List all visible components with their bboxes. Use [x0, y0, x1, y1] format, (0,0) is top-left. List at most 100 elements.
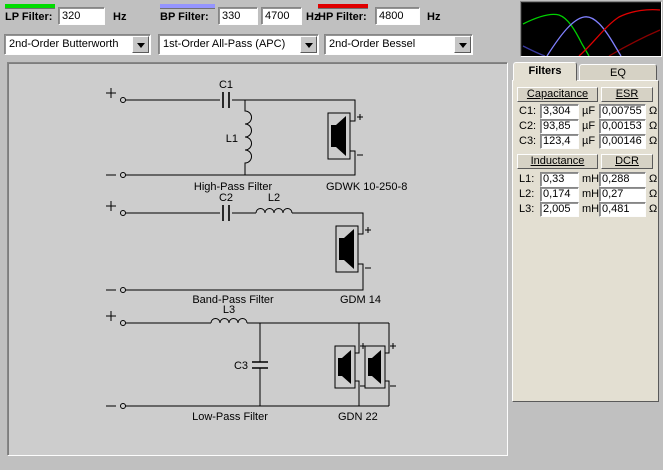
lp-plus-sign [106, 311, 116, 321]
dcr-value-field[interactable]: 0,481 [599, 202, 646, 217]
cap-row-c1: C1: 3,304 µF 0,00755 Ω [513, 104, 660, 119]
hp-inductor-symbol [244, 100, 252, 175]
inductance-header-button[interactable]: Inductance [517, 154, 598, 169]
esr-value-field[interactable]: 0,00755 [599, 104, 646, 119]
hp-plus-terminal [120, 97, 126, 103]
hp-hz-label: Hz [427, 11, 441, 23]
inductance-value-field[interactable]: 2,005 [540, 202, 579, 217]
lp-plus-terminal [120, 320, 126, 326]
lp-speaker2-plus-sign [390, 343, 396, 349]
lp-minus-terminal [120, 403, 126, 409]
tab-eq-label: EQ [610, 67, 626, 79]
cap-row-c3: C3: 123,4 µF 0,00146 Ω [513, 134, 660, 149]
hp-filter-label: HP Filter: [318, 11, 367, 23]
lp-speaker-symbol-2 [364, 343, 396, 389]
tab-filters-label: Filters [528, 65, 562, 77]
lp-filter-type-value: 2nd-Order Butterworth [9, 38, 119, 50]
ind-row-l2: L2: 0,174 mH 0,27 Ω [513, 187, 660, 202]
bp-minus-terminal [120, 287, 126, 293]
esr-value-field[interactable]: 0,00146 [599, 134, 646, 149]
lp-capacitor-symbol [252, 361, 268, 369]
dcr-value-field[interactable]: 0,27 [599, 187, 646, 202]
lp-color-bar [5, 4, 55, 9]
bp-speaker-name: GDM 14 [340, 294, 381, 306]
circuit-panel: C1 L1 High-Pass Filter GDWK 10-250-8 C2 … [7, 62, 508, 456]
hp-frequency-input[interactable] [375, 7, 420, 25]
component-label: L2: [519, 188, 535, 200]
bp-plus-terminal [120, 210, 126, 216]
tab-filters[interactable]: Filters [513, 62, 577, 81]
capacitance-value-field[interactable]: 123,4 [540, 134, 579, 149]
lp-filter-label: LP Filter: [5, 11, 53, 23]
lp-hz-label: Hz [113, 11, 127, 23]
lp-inductor-symbol [210, 318, 248, 324]
bp-ind-label: L2 [268, 192, 280, 204]
component-label: C2: [519, 120, 537, 132]
bp-filter-type-value: 1st-Order All-Pass (APC) [163, 38, 286, 50]
lp-filter-type-dropdown[interactable]: 2nd-Order Butterworth [4, 34, 151, 55]
response-graph [520, 1, 662, 57]
inductance-header-label: Inductance [530, 155, 585, 167]
ind-row-l1: L1: 0,33 mH 0,288 Ω [513, 172, 660, 187]
hp-plus-sign [106, 88, 116, 98]
ohm-label: Ω [649, 203, 658, 215]
hp-filter-type-dropdown[interactable]: 2nd-Order Bessel [324, 34, 473, 55]
bp-wires [125, 212, 364, 291]
graph-highpass-curve [578, 9, 661, 56]
hp-cap-label: C1 [219, 79, 233, 91]
bp-capacitor-symbol [222, 205, 230, 221]
graph-darkred-curve [608, 29, 661, 56]
hp-color-bar [318, 4, 368, 9]
esr-header-label: ESR [615, 88, 639, 100]
hp-dropdown-arrow-icon[interactable] [454, 36, 471, 53]
graph-lowpass-curve [522, 13, 590, 56]
capacitance-header-button[interactable]: Capacitance [517, 87, 598, 102]
ohm-label: Ω [649, 188, 658, 200]
bp-dropdown-arrow-icon[interactable] [300, 36, 317, 53]
dcr-value-field[interactable]: 0,288 [599, 172, 646, 187]
ohm-label: Ω [649, 120, 658, 132]
bp-filter-label: BP Filter: [160, 11, 209, 23]
esr-header-button[interactable]: ESR [601, 87, 653, 102]
bp-plus-sign [106, 201, 116, 211]
bp-cap-label: C2 [219, 192, 233, 204]
high-pass-circuit: C1 L1 High-Pass Filter GDWK 10-250-8 [106, 79, 407, 193]
lp-circuit-title: Low-Pass Filter [192, 411, 268, 423]
graph-bandpass-curve [546, 16, 622, 56]
inductance-value-field[interactable]: 0,174 [540, 187, 579, 202]
hp-speaker-plus-sign [357, 114, 363, 120]
bp-speaker-symbol [335, 225, 371, 273]
bp-inductor-symbol [255, 208, 293, 214]
unit-label: mH [582, 188, 600, 200]
ohm-label: Ω [649, 135, 658, 147]
lp-frequency-input[interactable] [58, 7, 105, 25]
lp-ind-label: L3 [223, 304, 235, 316]
ind-row-l3: L3: 2,005 mH 0,481 Ω [513, 202, 660, 217]
hp-ind-label: L1 [226, 133, 238, 145]
unit-label: µF [582, 105, 596, 117]
hp-wires [125, 99, 356, 176]
hp-circuit-title: High-Pass Filter [194, 181, 273, 193]
bp-filter-type-dropdown[interactable]: 1st-Order All-Pass (APC) [158, 34, 319, 55]
esr-value-field[interactable]: 0,00153 [599, 119, 646, 134]
capacitance-value-field[interactable]: 3,304 [540, 104, 579, 119]
component-label: C3: [519, 135, 537, 147]
dcr-header-button[interactable]: DCR [601, 154, 653, 169]
component-label: C1: [519, 105, 537, 117]
component-label: L3: [519, 203, 535, 215]
inductance-value-field[interactable]: 0,33 [540, 172, 579, 187]
ohm-label: Ω [649, 105, 658, 117]
hp-speaker-name: GDWK 10-250-8 [326, 181, 407, 193]
cap-row-c2: C2: 93,85 µF 0,00153 Ω [513, 119, 660, 134]
tab-eq[interactable]: EQ [579, 64, 657, 81]
lp-dropdown-arrow-icon[interactable] [132, 36, 149, 53]
filters-panel-body: Capacitance ESR C1: 3,304 µF 0,00755 Ω C… [512, 80, 659, 402]
hp-capacitor-symbol [222, 92, 230, 108]
capacitance-value-field[interactable]: 93,85 [540, 119, 579, 134]
bp-color-bar [160, 4, 215, 9]
bp-low-frequency-input[interactable] [218, 7, 258, 25]
unit-label: mH [582, 173, 600, 185]
lp-cap-label: C3 [234, 360, 248, 372]
bp-high-frequency-input[interactable] [261, 7, 302, 25]
low-pass-circuit: L3 C3 Low-Pass Filter GDN 22 [106, 304, 396, 423]
